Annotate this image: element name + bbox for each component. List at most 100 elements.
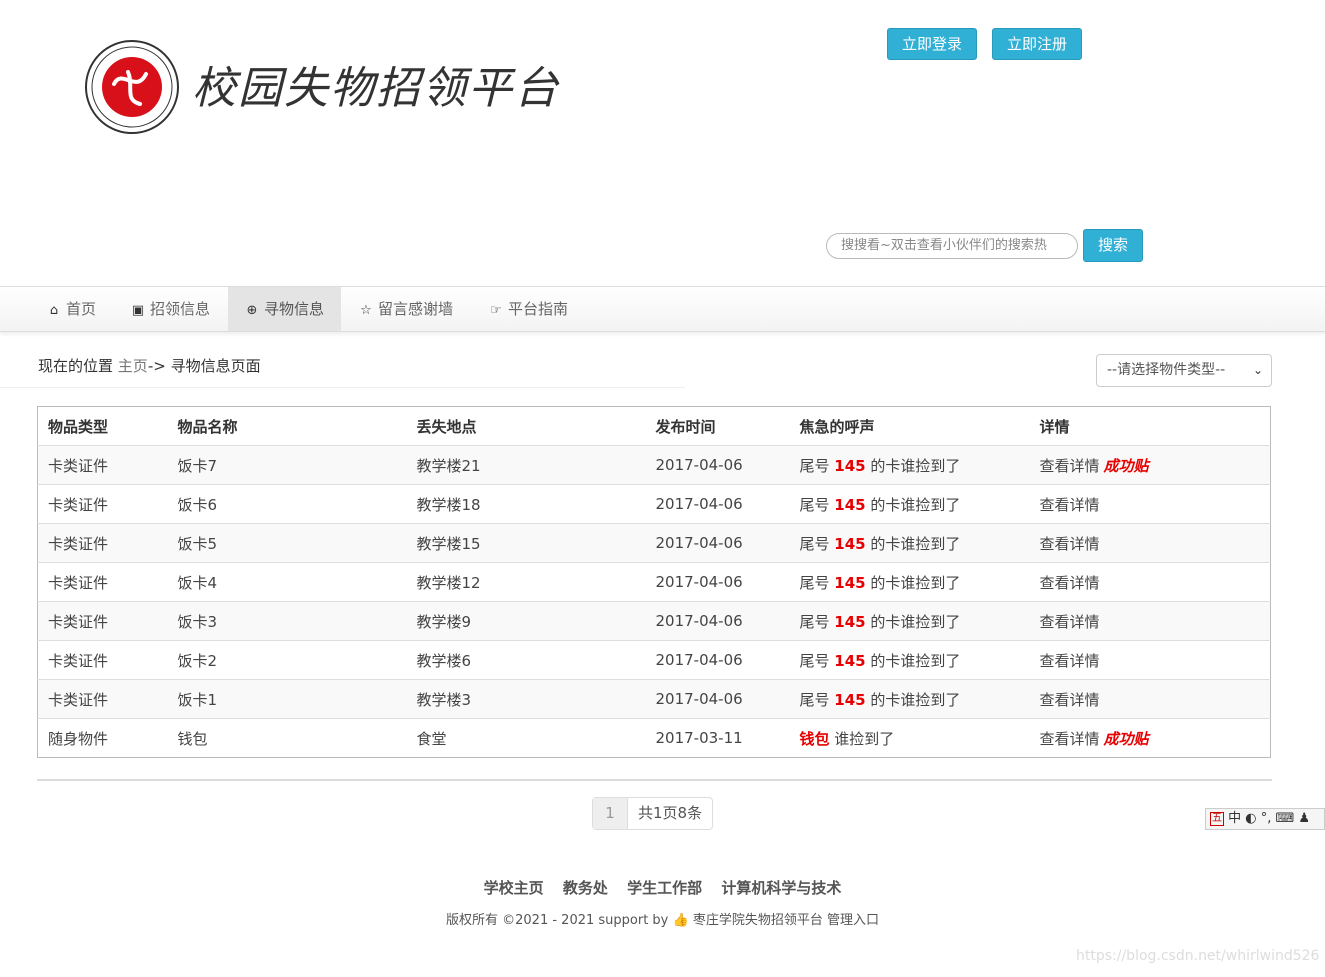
table-row: 卡类证件 饭卡3 教学楼9 2017-04-06 尾号 145 的卡谁捡到了 查看详情 [37,601,1271,641]
call-highlight: 145 [834,456,866,475]
cell-date: 2017-04-06 [645,640,790,680]
call-suffix: 的卡谁捡到了 [870,690,961,709]
cell-place: 教学楼18 [406,484,646,524]
cell-detail: 查看详情 [1029,601,1271,641]
cell-detail: 查看详情 [1029,484,1271,524]
ime-toolbar[interactable]: 五 中 ◐ °, ⌨ ♟ [1205,808,1325,830]
call-highlight: 145 [834,573,866,592]
cell-name: 饭卡1 [167,679,407,719]
nav-item-guide[interactable]: ☞ 平台指南 [472,287,584,331]
cell-type: 卡类证件 [37,640,168,680]
view-detail-link[interactable]: 查看详情 [1040,652,1100,670]
call-prefix: 尾号 [799,651,830,670]
cell-name: 饭卡3 [167,601,407,641]
call-highlight: 145 [834,495,866,514]
call-highlight: 145 [834,651,866,670]
site-title: 校园失物招领平台 [192,63,560,114]
cell-place: 食堂 [406,718,646,758]
cell-name: 饭卡2 [167,640,407,680]
cell-date: 2017-04-06 [645,445,790,485]
cell-call: 尾号 145 的卡谁捡到了 [789,679,1030,719]
watermark: https://blog.csdn.net/whirlwind526 [1076,948,1320,964]
cell-detail: 查看详情 [1029,640,1271,680]
call-suffix: 的卡谁捡到了 [870,495,961,514]
view-detail-link[interactable]: 查看详情 [1040,457,1100,475]
home-icon: ⌂ [49,303,59,318]
pagination: 1 共1页8条 [592,797,714,830]
view-detail-link[interactable]: 查看详情 [1040,730,1100,748]
col-header: 物品类型 [37,406,168,446]
call-prefix: 尾号 [799,534,830,553]
call-highlight: 145 [834,534,866,553]
cell-date: 2017-04-06 [645,601,790,641]
table-row: 卡类证件 饭卡1 教学楼3 2017-04-06 尾号 145 的卡谁捡到了 查看详情 [37,679,1271,719]
view-detail-link[interactable]: 查看详情 [1040,691,1100,709]
view-detail-link[interactable]: 查看详情 [1040,574,1100,592]
copyright-text: 版权所有 ©2021 - 2021 support by [446,913,669,928]
item-type-select[interactable]: --请选择物件类型-- ⌄ [1096,354,1272,387]
cell-place: 教学楼12 [406,562,646,602]
footer-link[interactable]: 计算机科学与技术 [721,879,841,897]
table-row: 卡类证件 饭卡4 教学楼12 2017-04-06 尾号 145 的卡谁捡到了 查看详情 [37,562,1271,602]
table-row: 卡类证件 饭卡5 教学楼15 2017-04-06 尾号 145 的卡谁捡到了 查看详情 [37,523,1271,563]
cell-type: 卡类证件 [37,601,168,641]
col-header: 丢失地点 [406,406,646,446]
cell-place: 教学楼21 [406,445,646,485]
picture-icon: ▣ [131,303,145,318]
admin-link[interactable]: 枣庄学院失物招领平台 管理入口 [693,913,879,928]
cell-detail: 查看详情 [1029,562,1271,602]
cell-type: 卡类证件 [37,445,168,485]
nav-item-home[interactable]: ⌂ 首页 [30,287,112,331]
table-row: 卡类证件 饭卡6 教学楼18 2017-04-06 尾号 145 的卡谁捡到了 查看详情 [37,484,1271,524]
table-row: 随身物件 钱包 食堂 2017-03-11 钱包 谁捡到了 查看详情 成功贴 [37,718,1271,758]
cell-place: 教学楼9 [406,601,646,641]
call-highlight: 钱包 [799,729,830,748]
star-icon: ☆ [360,303,372,318]
register-button[interactable]: 立即注册 [992,28,1082,60]
cell-type: 随身物件 [37,718,168,758]
col-header: 详情 [1029,406,1271,446]
select-value: --请选择物件类型-- [1107,362,1226,378]
call-suffix: 的卡谁捡到了 [870,456,961,475]
search-input[interactable]: 搜搜看~双击查看小伙伴们的搜索热 [826,233,1078,259]
cell-call: 尾号 145 的卡谁捡到了 [789,484,1030,524]
lost-items-table: 物品类型 物品名称 丢失地点 发布时间 焦急的呼声 详情 卡类证件 饭卡7 教学楼2… [37,406,1271,758]
nav-item-found[interactable]: ▣ 招领信息 [114,287,226,331]
cell-detail: 查看详情 成功贴 [1029,445,1271,485]
call-highlight: 145 [834,690,866,709]
search-button[interactable]: 搜索 [1083,229,1143,262]
cell-place: 教学楼6 [406,640,646,680]
success-badge: 成功贴 [1103,456,1149,475]
view-detail-link[interactable]: 查看详情 [1040,613,1100,631]
nav-item-thanks-wall[interactable]: ☆ 留言感谢墙 [342,287,469,331]
college-logo [84,38,180,136]
cell-date: 2017-04-06 [645,679,790,719]
ime-logo-icon: 五 [1210,811,1224,826]
cell-place: 教学楼3 [406,679,646,719]
login-button[interactable]: 立即登录 [887,28,977,60]
col-header: 焦急的呼声 [789,406,1030,446]
view-detail-link[interactable]: 查看详情 [1040,496,1100,514]
main-navbar: ⌂ 首页 ▣ 招领信息 ⊕ 寻物信息 ☆ 留言感谢墙 ☞ 平台指南 [0,286,1325,332]
cell-name: 钱包 [167,718,407,758]
call-highlight: 145 [834,612,866,631]
table-row: 卡类证件 饭卡7 教学楼21 2017-04-06 尾号 145 的卡谁捡到了 查看详情成… [37,445,1271,485]
cell-name: 饭卡5 [167,523,407,563]
cell-type: 卡类证件 [37,679,168,719]
cell-date: 2017-03-11 [645,718,790,758]
call-prefix: 尾号 [799,690,830,709]
cell-place: 教学楼15 [406,523,646,563]
chevron-down-icon: ⌄ [1252,363,1263,377]
footer-link[interactable]: 学校主页 [484,879,544,897]
footer-links: 学校主页 教务处 学生工作部 计算机科学与技术 [0,877,1325,898]
cell-name: 饭卡7 [167,445,407,485]
nav-item-lost[interactable]: ⊕ 寻物信息 [228,287,341,331]
breadcrumb-home-link[interactable]: 主页 [118,357,148,375]
cell-call: 尾号 145 的卡谁捡到了 [789,445,1030,485]
cell-name: 饭卡6 [167,484,407,524]
footer-link[interactable]: 教务处 [563,879,608,897]
view-detail-link[interactable]: 查看详情 [1040,535,1100,553]
footer-link[interactable]: 学生工作部 [627,879,702,897]
cell-date: 2017-04-06 [645,523,790,563]
page-button[interactable]: 1 [593,798,628,829]
